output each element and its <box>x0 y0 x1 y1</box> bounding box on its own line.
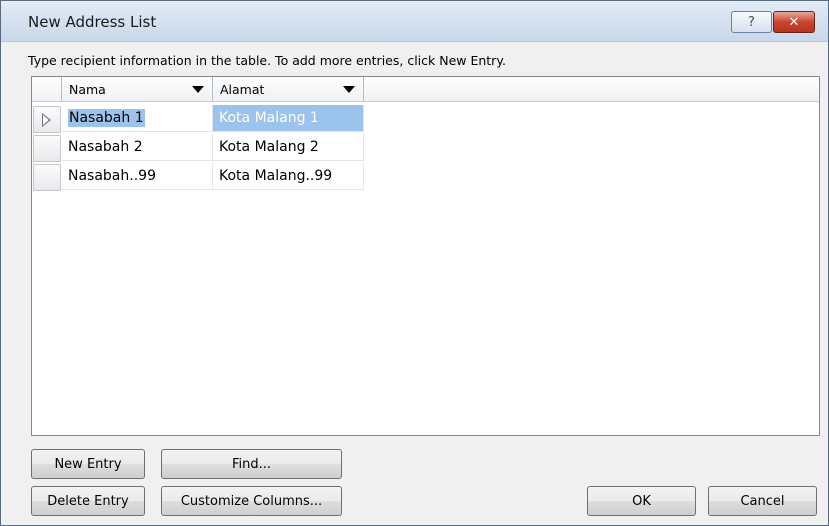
cell-text: Nasabah 1 <box>68 109 145 127</box>
row-selector[interactable] <box>33 164 61 191</box>
header-corner <box>32 77 62 101</box>
cell-alamat[interactable]: Kota Malang..99 <box>213 163 364 190</box>
cell-text: Nasabah 2 <box>68 139 143 155</box>
new-address-list-dialog: New Address List ? ✕ Type recipient info… <box>0 0 829 526</box>
ok-button[interactable]: OK <box>587 486 696 516</box>
button-label: Cancel <box>740 493 785 509</box>
column-header-alamat[interactable]: Alamat <box>213 77 364 101</box>
dropdown-arrow-icon[interactable] <box>343 86 355 93</box>
button-label: OK <box>632 493 651 509</box>
column-header-label: Nama <box>69 81 106 97</box>
button-label: Customize Columns... <box>180 493 323 509</box>
row-selector[interactable] <box>33 106 61 133</box>
window-title: New Address List <box>28 13 157 31</box>
cell-text: Nasabah..99 <box>68 168 156 184</box>
table-header: Nama Alamat <box>32 77 819 102</box>
button-label: New Entry <box>54 456 122 472</box>
close-button[interactable]: ✕ <box>773 11 815 33</box>
dropdown-arrow-icon[interactable] <box>192 86 204 93</box>
cell-alamat[interactable]: Kota Malang 2 <box>213 134 364 161</box>
button-label: Find... <box>231 456 272 472</box>
current-row-arrow-icon <box>42 113 51 127</box>
column-header-label: Alamat <box>220 81 265 97</box>
cell-nama[interactable]: Nasabah..99 <box>62 163 213 190</box>
help-button[interactable]: ? <box>731 11 772 33</box>
cell-nama[interactable]: Nasabah 1 <box>62 105 213 132</box>
column-header-nama[interactable]: Nama <box>62 77 213 101</box>
cell-alamat[interactable]: Kota Malang 1 <box>213 105 364 132</box>
new-entry-button[interactable]: New Entry <box>31 449 145 479</box>
table-row[interactable]: Nasabah 2 Kota Malang 2 <box>32 134 364 162</box>
close-icon: ✕ <box>788 14 800 30</box>
cell-text: Kota Malang 2 <box>219 139 319 155</box>
cell-text: Kota Malang 1 <box>219 110 319 126</box>
cancel-button[interactable]: Cancel <box>708 486 817 516</box>
title-bar[interactable]: New Address List ? ✕ <box>1 1 828 42</box>
cell-nama[interactable]: Nasabah 2 <box>62 134 213 161</box>
customize-columns-button[interactable]: Customize Columns... <box>161 486 342 516</box>
table-row[interactable]: Nasabah 1 Kota Malang 1 <box>32 105 364 133</box>
row-selector[interactable] <box>33 135 61 162</box>
instruction-text: Type recipient information in the table.… <box>28 53 506 68</box>
find-button[interactable]: Find... <box>161 449 342 479</box>
table-row[interactable]: Nasabah..99 Kota Malang..99 <box>32 163 364 191</box>
question-mark-icon: ? <box>748 14 755 30</box>
button-label: Delete Entry <box>47 493 129 509</box>
recipient-table[interactable]: Nama Alamat Nasabah 1 Kota Malang 1 Nasa… <box>31 76 820 436</box>
delete-entry-button[interactable]: Delete Entry <box>31 486 145 516</box>
cell-text: Kota Malang..99 <box>219 168 333 184</box>
